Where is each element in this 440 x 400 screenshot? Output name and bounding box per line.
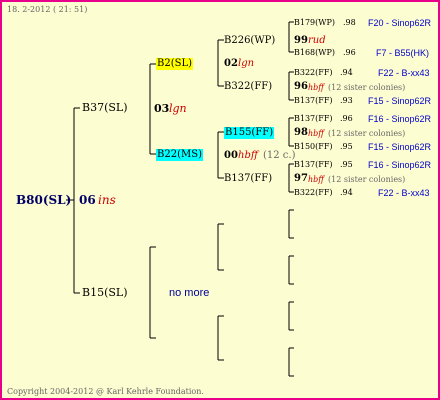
copyright: Copyright 2004-2012 @ Karl Kehrle Founda… [7,387,204,396]
gen3-a2-extra: (12 sister colonies) [328,83,406,92]
gen3-b2-year: 97 [294,173,308,184]
pedigree-page: 18. 2-2012 ( 21: 51) Copyright 2004-2012… [0,0,440,400]
gen4-src-1: F7 - B55(HK) [376,48,430,58]
gen1-bottom-name: B15(SL) [82,286,128,299]
no-more-label: no more [169,287,210,299]
gen4-name-6: B137(FF) [294,160,333,169]
gen2-b-name: B22(MS) [156,149,203,161]
gen3-a1-tag: rud [308,35,326,46]
gen3-b1-name: B155(FF) [224,127,275,139]
gen1-top-name: B37(SL) [82,101,128,114]
gen4-val-7: .94 [340,188,353,197]
gen4-name-4: B137(FF) [294,114,333,123]
gen4-val-6: .95 [340,160,353,169]
gen4-src-5: F15 - Sinop62R [368,142,432,152]
gen1-top-year: 03 [154,102,170,115]
gen1-top-tag: lgn [169,102,187,115]
gen4-val-1: .96 [343,48,356,57]
gen2-a-name: B2(SL) [156,58,194,70]
gen2-b-extra: (12 c.) [263,150,296,161]
gen3-a2-name: B322(FF) [224,81,273,92]
gen3-b2-extra: (12 sister colonies) [328,175,406,184]
root-name: B80(SL) [16,193,72,207]
gen4-name-0: B179(WP) [294,18,335,27]
gen4-src-4: F16 - Sinop62R [368,114,432,124]
timestamp: 18. 2-2012 ( 21: 51) [7,5,88,14]
gen3-b1-tag: hbff [308,129,324,138]
gen3-b1-year: 98 [294,127,308,138]
gen4-name-7: B322(FF) [294,188,333,197]
gen2-a-tag: lgn [238,58,255,69]
gen4-src-6: F16 - Sinop62R [368,160,432,170]
gen3-a1-name: B226(WP) [224,35,276,46]
gen3-b2-tag: hbff [308,175,324,184]
gen3-a1-year: 99 [294,35,308,46]
gen4-val-0: .98 [343,18,356,27]
root-year: 06 [79,193,96,207]
gen2-a-year: 02 [224,58,238,69]
gen2-b-tag: hbff [238,150,258,161]
gen4-name-1: B168(WP) [294,48,335,57]
gen3-b1-extra: (12 sister colonies) [328,129,406,138]
gen4-val-5: .95 [340,142,353,151]
gen3-a2-tag: hbff [308,83,324,92]
gen4-src-3: F15 - Sinop62R [368,96,432,106]
gen3-b2-name: B137(FF) [224,173,273,184]
gen4-val-4: .96 [340,114,353,123]
gen4-name-5: B150(FF) [294,142,333,151]
gen4-val-2: .94 [340,68,353,77]
gen2-b-year: 00 [224,150,238,161]
gen4-val-3: .93 [340,96,353,105]
root-tag: ins [98,193,116,207]
gen4-src-0: F20 - Sinop62R [368,18,432,28]
gen3-a2-year: 96 [294,81,308,92]
gen4-src-7: F22 - B-xx43 [378,188,430,198]
gen4-src-2: F22 - B-xx43 [378,68,430,78]
gen4-name-2: B322(FF) [294,68,333,77]
gen4-name-3: B137(FF) [294,96,333,105]
